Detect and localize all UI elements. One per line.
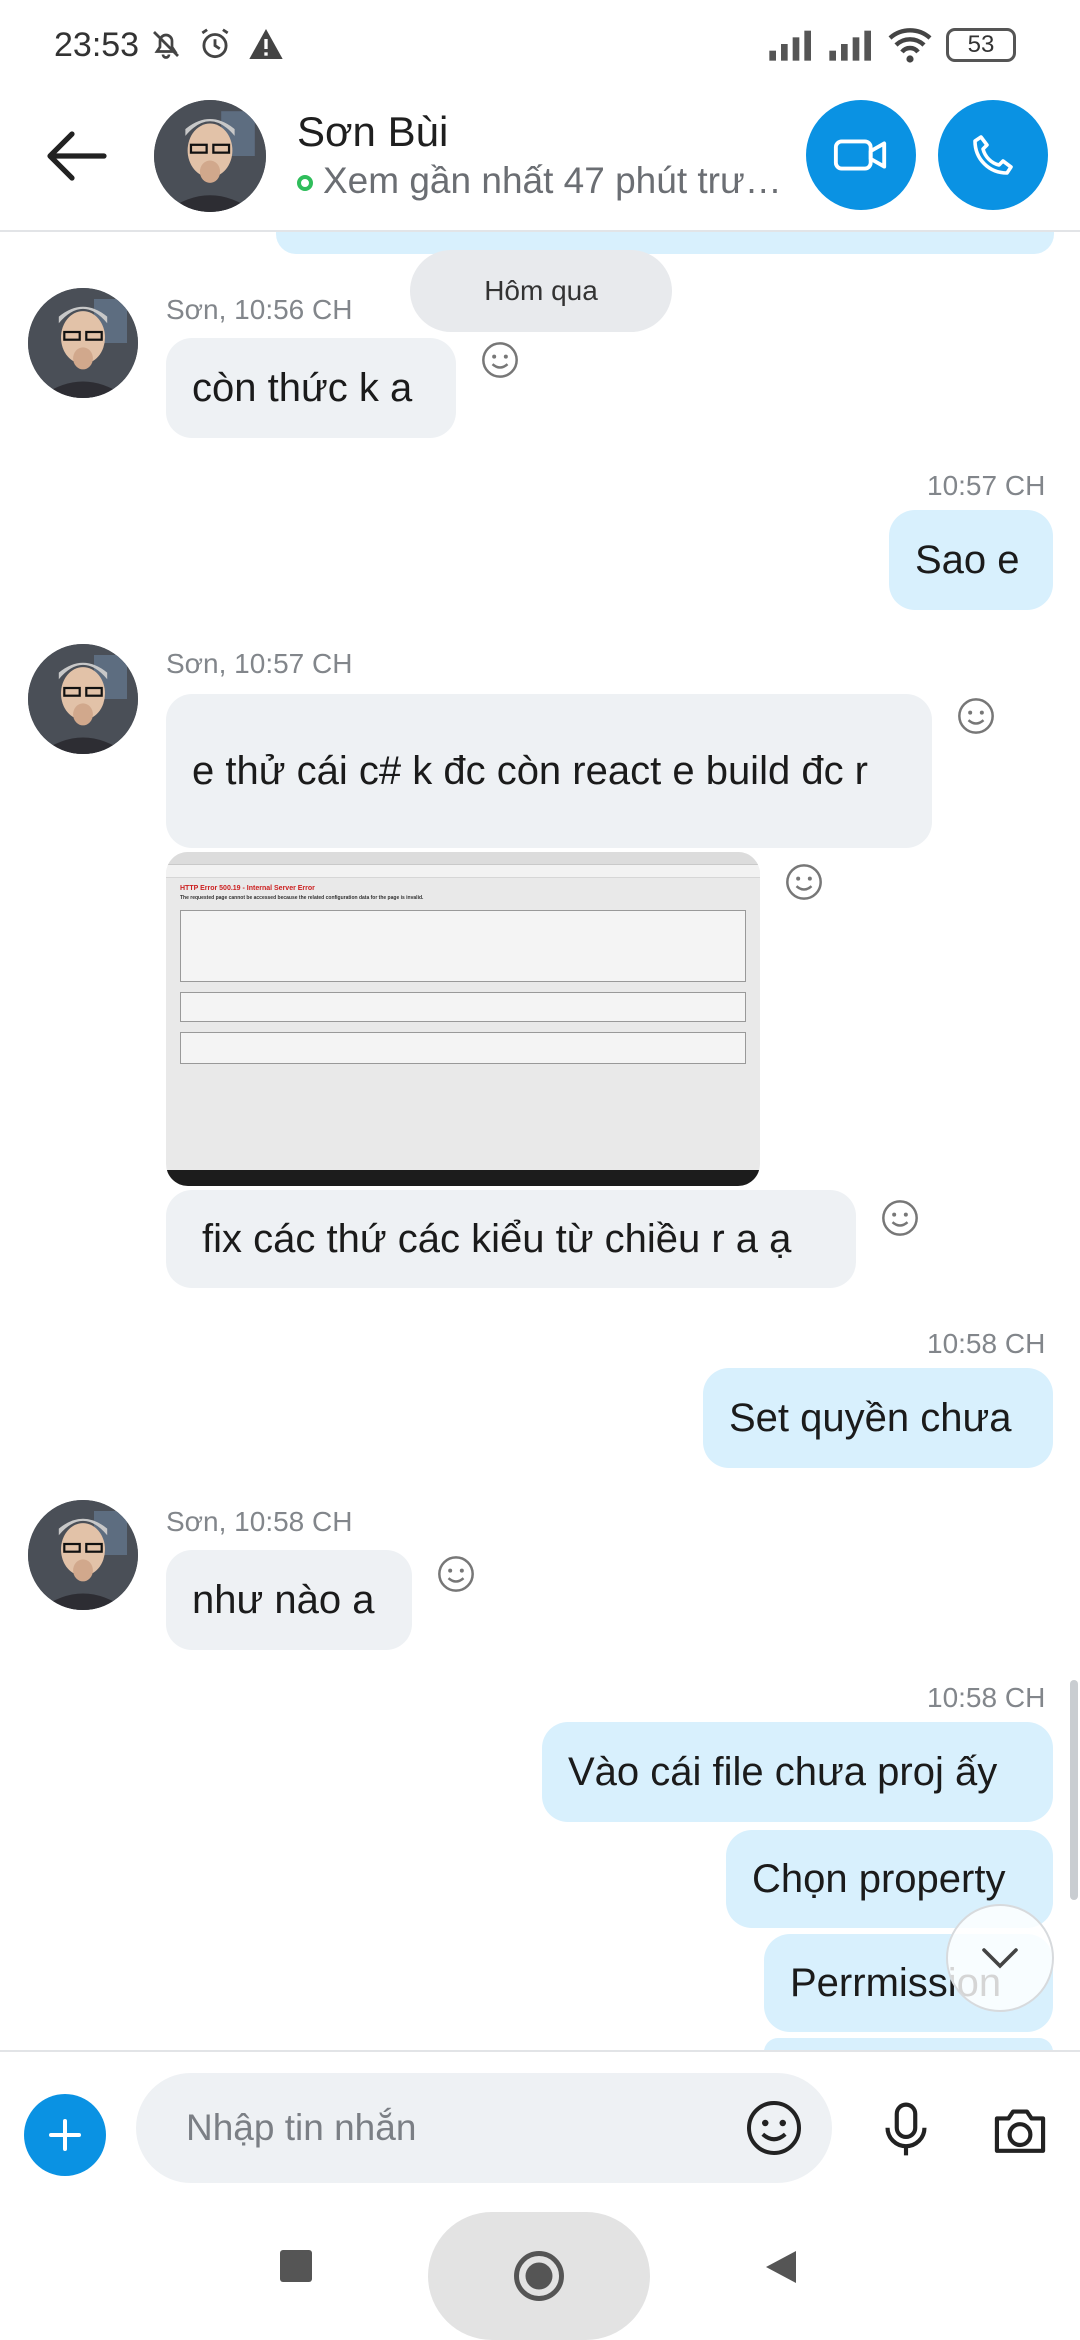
nav-home-button[interactable] (428, 2212, 650, 2340)
avatar-photo (28, 288, 138, 398)
browser-address-bar (166, 865, 760, 878)
message-meta: Sơn, 10:57 CH (166, 648, 353, 679)
status-bar: 23:53 53 (0, 0, 1080, 90)
scroll-to-bottom-button[interactable] (946, 1904, 1054, 2012)
online-indicator (297, 175, 313, 191)
microphone-icon[interactable] (878, 2100, 934, 2160)
emoji-reaction-icon[interactable] (880, 1198, 920, 1238)
add-icon (49, 2119, 81, 2151)
screenshot-taskbar (166, 1170, 760, 1186)
message-text: e thử cái c# k đc còn react e build đc r (192, 749, 868, 793)
screenshot-info-box (180, 1032, 746, 1064)
previous-message-fragment (276, 232, 1054, 254)
emoji-reaction-icon[interactable] (436, 1554, 476, 1594)
wifi-icon (888, 28, 932, 63)
browser-tab-strip (166, 852, 760, 865)
message-meta: 10:58 CH (927, 1328, 1046, 1359)
sender-avatar[interactable] (28, 644, 138, 754)
emoji-reaction-icon[interactable] (480, 340, 520, 380)
signal-icon-2 (829, 30, 871, 61)
sender-avatar[interactable] (28, 288, 138, 398)
phone-call-icon (973, 135, 1013, 175)
alarm-icon (201, 28, 229, 59)
avatar-photo (28, 644, 138, 754)
avatar-photo (28, 1500, 138, 1610)
screenshot-config-box (180, 992, 746, 1022)
warning-icon (249, 29, 283, 59)
status-time: 23:53 (54, 26, 140, 64)
scrollbar[interactable] (1070, 1680, 1078, 1900)
incoming-message[interactable]: còn thức k a (166, 338, 456, 438)
nav-home-icon (514, 2251, 564, 2301)
incoming-message[interactable]: fix các thứ các kiểu từ chiều r a ạ (166, 1190, 856, 1288)
screenshot-error-title: HTTP Error 500.19 - Internal Server Erro… (180, 885, 315, 892)
mute-bell-icon (153, 31, 179, 59)
contact-name[interactable]: Sơn Bùi (297, 108, 448, 156)
incoming-message[interactable]: e thử cái c# k đc còn react e build đc r (166, 694, 932, 848)
signal-icon (769, 30, 811, 61)
screenshot-error-subtitle: The requested page cannot be accessed be… (180, 895, 424, 901)
incoming-message[interactable]: như nào a (166, 1550, 412, 1650)
message-meta: 10:57 CH (927, 470, 1046, 501)
contact-avatar[interactable] (154, 100, 266, 212)
outgoing-message[interactable]: Sao e (889, 510, 1053, 610)
outgoing-message[interactable]: Vào cái file chưa proj ấy (542, 1722, 1053, 1822)
message-input[interactable] (136, 2073, 832, 2183)
battery-indicator: 53 (946, 28, 1016, 62)
presence-text: Xem gần nhất 47 phút trư… (323, 160, 782, 201)
message-meta: Sơn, 10:58 CH (166, 1506, 353, 1537)
image-attachment[interactable]: HTTP Error 500.19 - Internal Server Erro… (166, 852, 760, 1186)
date-separator: Hôm qua (410, 250, 672, 332)
voice-call-button[interactable] (938, 100, 1048, 210)
nav-back-icon[interactable] (760, 2246, 800, 2288)
video-call-button[interactable] (806, 100, 916, 210)
emoji-reaction-icon[interactable] (784, 862, 824, 902)
avatar-photo (154, 100, 266, 212)
video-call-icon (833, 139, 887, 171)
scroll-down-icon (982, 1948, 1018, 1969)
camera-icon[interactable] (990, 2102, 1050, 2158)
emoji-reaction-icon[interactable] (956, 696, 996, 736)
add-attachment-button[interactable] (24, 2094, 106, 2176)
nav-recents-icon[interactable] (280, 2250, 312, 2282)
message-meta: Sơn, 10:56 CH (166, 294, 353, 325)
emoji-icon[interactable] (744, 2098, 804, 2158)
outgoing-message[interactable]: Set quyền chưa (703, 1368, 1053, 1468)
back-arrow-icon[interactable] (44, 128, 108, 184)
message-meta: 10:58 CH (927, 1682, 1046, 1713)
screenshot-detail-box (180, 910, 746, 982)
sender-avatar[interactable] (28, 1500, 138, 1610)
presence-status: Xem gần nhất 47 phút trư… (297, 160, 782, 202)
